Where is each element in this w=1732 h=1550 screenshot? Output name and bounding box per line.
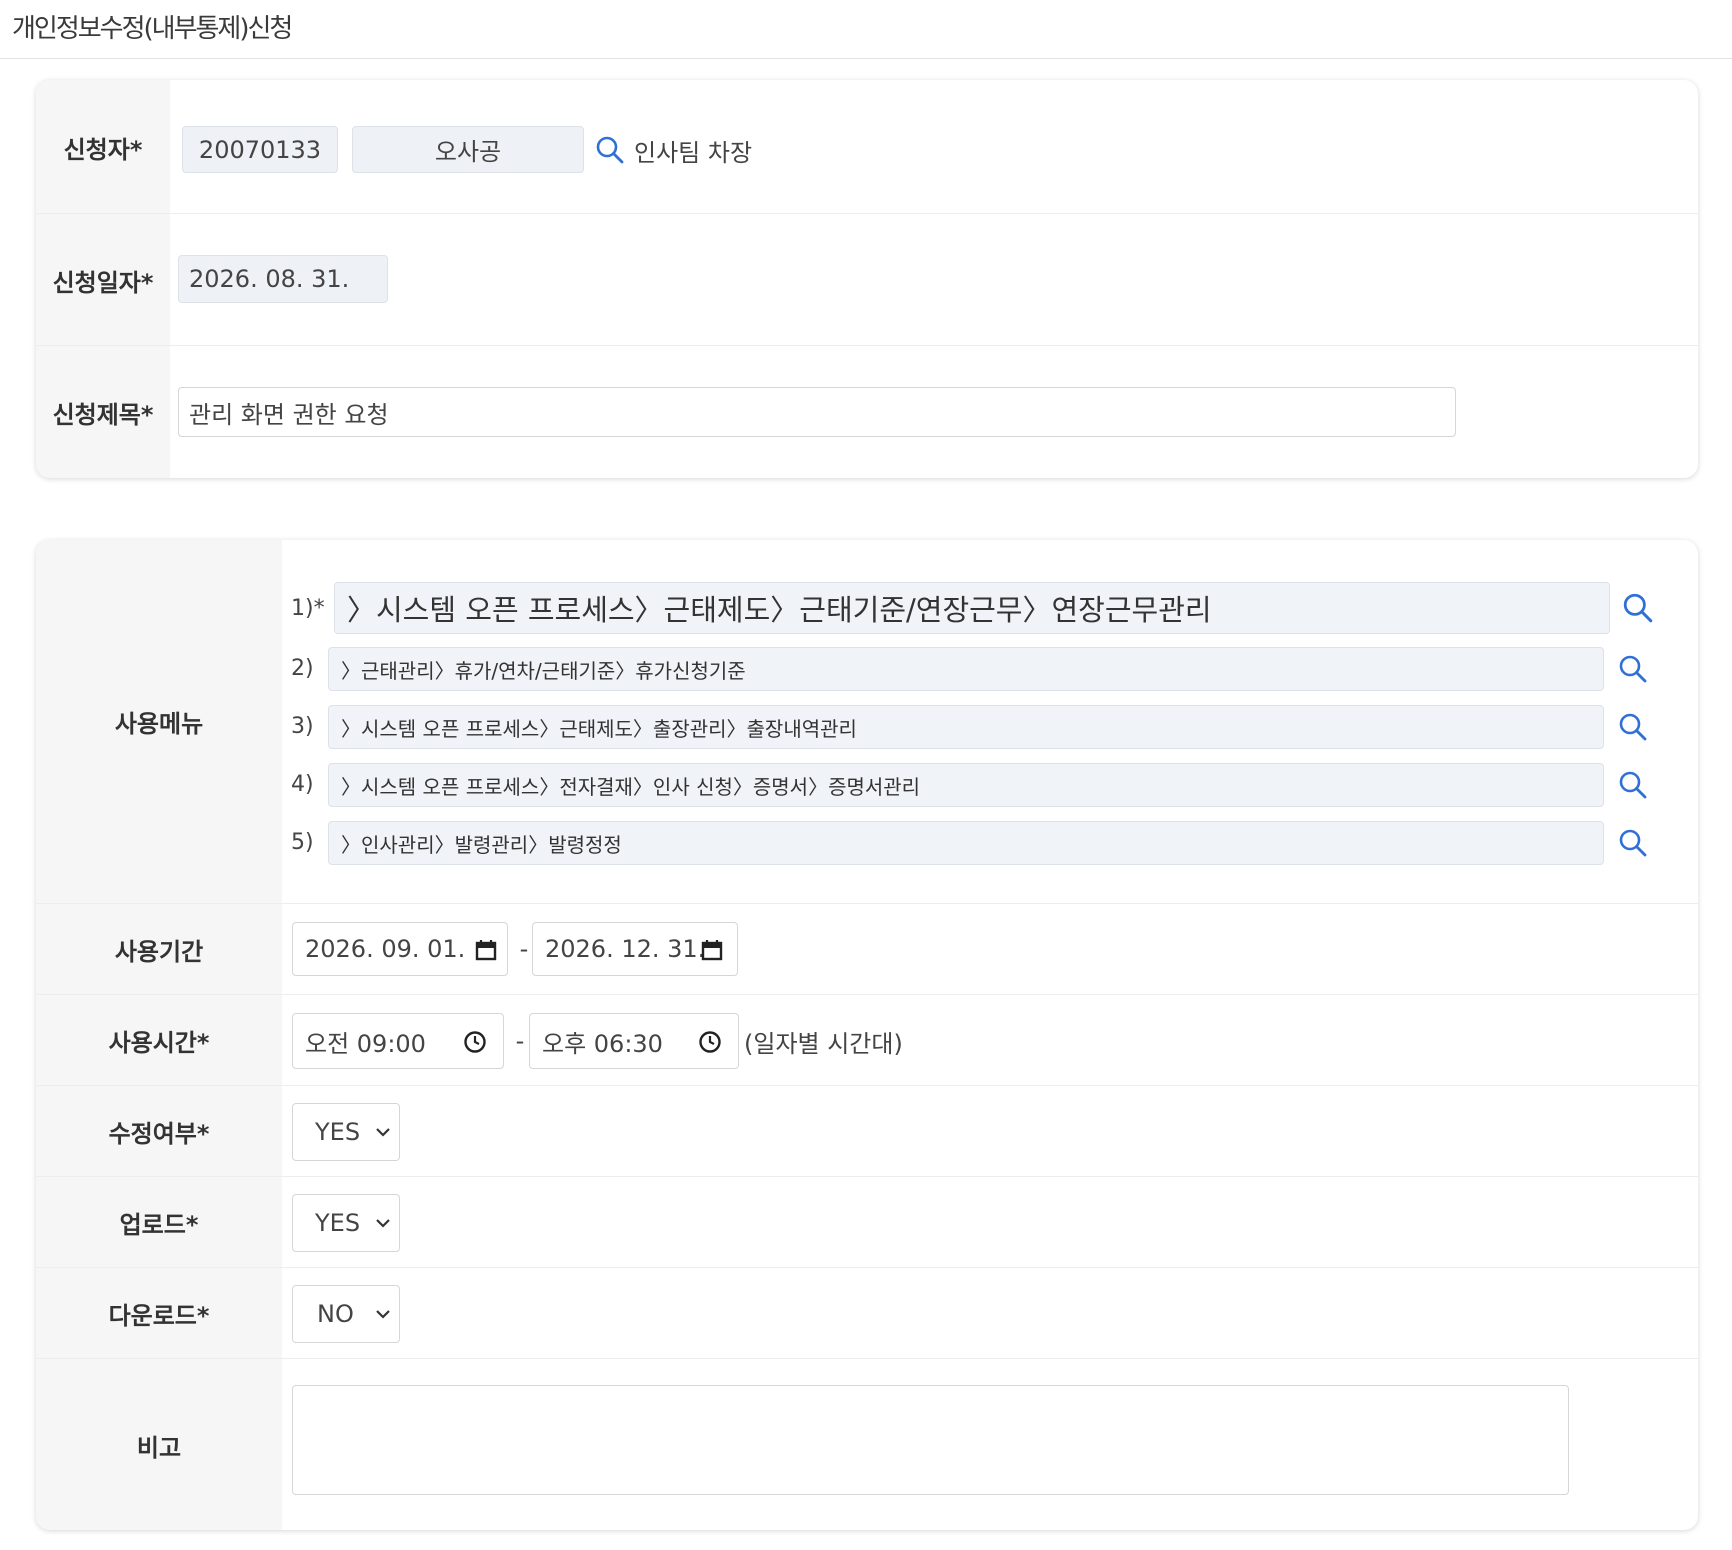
modify-select[interactable]: YES <box>292 1103 400 1161</box>
time-end-input[interactable]: 오후 06:30 <box>529 1013 739 1069</box>
time-note: (일자별 시간대) <box>744 1029 903 1058</box>
calendar-icon[interactable] <box>701 939 723 961</box>
modify-select-value: YES <box>315 1118 361 1146</box>
applicant-row: 신청자* 20070133 오사공 인사팀 차장 <box>36 80 1698 213</box>
download-select[interactable]: NO <box>292 1285 400 1343</box>
search-icon[interactable] <box>1618 770 1648 800</box>
menu-path-field[interactable]: 〉시스템 오픈 프로세스〉근태제도〉출장관리〉출장내역관리 <box>328 705 1604 749</box>
period-row: 사용기간 2026. 09. 01. - 2026. 12. 31. <box>36 903 1698 995</box>
time-label: 사용시간* <box>36 995 282 1086</box>
date-row: 신청일자* 2026. 08. 31. <box>36 213 1698 346</box>
clock-icon[interactable] <box>463 1030 487 1054</box>
period-label: 사용기간 <box>36 904 282 995</box>
menu-path-field[interactable]: 〉시스템 오픈 프로세스〉전자결재〉인사 신청〉증명서〉증명서관리 <box>328 763 1604 807</box>
applicant-card: 신청자* 20070133 오사공 인사팀 차장 신청일자* 2026. 08.… <box>36 80 1698 478</box>
subject-label: 신청제목* <box>36 346 170 478</box>
period-start-input[interactable]: 2026. 09. 01. <box>292 922 508 976</box>
department-position-text: 인사팀 차장 <box>634 138 753 167</box>
employee-id-field[interactable]: 20070133 <box>182 126 338 173</box>
modify-label: 수정여부* <box>36 1086 282 1177</box>
upload-label: 업로드* <box>36 1177 282 1268</box>
upload-select[interactable]: YES <box>292 1194 400 1252</box>
remarks-row: 비고 <box>36 1358 1698 1530</box>
time-row: 사용시간* 오전 09:00 - 오후 06:30 (일자별 시간대) <box>36 994 1698 1086</box>
search-icon[interactable] <box>1618 654 1648 684</box>
menu-path-field[interactable]: 〉인사관리〉발령관리〉발령정정 <box>328 821 1604 865</box>
menu-label: 사용메뉴 <box>36 540 282 903</box>
period-end-input[interactable]: 2026. 12. 31. <box>532 922 738 976</box>
menu-path-field[interactable]: 〉시스템 오픈 프로세스〉근태제도〉근태기준/연장근무〉연장근무관리 <box>334 582 1610 634</box>
menu-path-field[interactable]: 〉근태관리〉휴가/연차/근태기준〉휴가신청기준 <box>328 647 1604 691</box>
calendar-icon[interactable] <box>475 939 497 961</box>
search-icon[interactable] <box>595 135 625 165</box>
menu-number: 3) <box>291 714 314 739</box>
download-select-value: NO <box>317 1300 354 1328</box>
page-header: 개인정보수정(내부통제)신청 <box>0 0 1732 59</box>
application-date-field[interactable]: 2026. 08. 31. <box>178 255 388 303</box>
menu-number: 2) <box>291 656 314 681</box>
menu-number: 5) <box>291 830 314 855</box>
menu-row: 사용메뉴 1)* 〉시스템 오픈 프로세스〉근태제도〉근태기준/연장근무〉연장근… <box>36 540 1698 903</box>
date-label: 신청일자* <box>36 214 170 346</box>
time-start-input[interactable]: 오전 09:00 <box>292 1013 504 1069</box>
period-start-value: 2026. 09. 01. <box>305 935 466 963</box>
search-icon[interactable] <box>1622 592 1654 624</box>
menu-number: 1)* <box>291 596 325 621</box>
usage-card: 사용메뉴 1)* 〉시스템 오픈 프로세스〉근태제도〉근태기준/연장근무〉연장근… <box>36 540 1698 1530</box>
upload-select-value: YES <box>315 1209 361 1237</box>
subject-input[interactable]: 관리 화면 권한 요청 <box>178 387 1456 437</box>
applicant-name-field[interactable]: 오사공 <box>352 126 584 173</box>
chevron-down-icon <box>376 1128 390 1137</box>
modify-row: 수정여부* YES <box>36 1085 1698 1177</box>
upload-row: 업로드* YES <box>36 1176 1698 1268</box>
time-start-value: 오전 09:00 <box>305 1029 426 1058</box>
chevron-down-icon <box>376 1219 390 1228</box>
download-row: 다운로드* NO <box>36 1267 1698 1359</box>
applicant-label: 신청자* <box>36 80 170 213</box>
subject-row: 신청제목* 관리 화면 권한 요청 <box>36 345 1698 478</box>
remarks-textarea[interactable] <box>292 1385 1569 1495</box>
search-icon[interactable] <box>1618 712 1648 742</box>
menu-number: 4) <box>291 772 314 797</box>
clock-icon[interactable] <box>698 1030 722 1054</box>
chevron-down-icon <box>376 1310 390 1319</box>
page-title: 개인정보수정(내부통제)신청 <box>12 14 293 44</box>
remarks-label: 비고 <box>36 1359 282 1530</box>
download-label: 다운로드* <box>36 1268 282 1359</box>
search-icon[interactable] <box>1618 828 1648 858</box>
period-end-value: 2026. 12. 31. <box>545 935 706 963</box>
time-end-value: 오후 06:30 <box>542 1029 663 1058</box>
